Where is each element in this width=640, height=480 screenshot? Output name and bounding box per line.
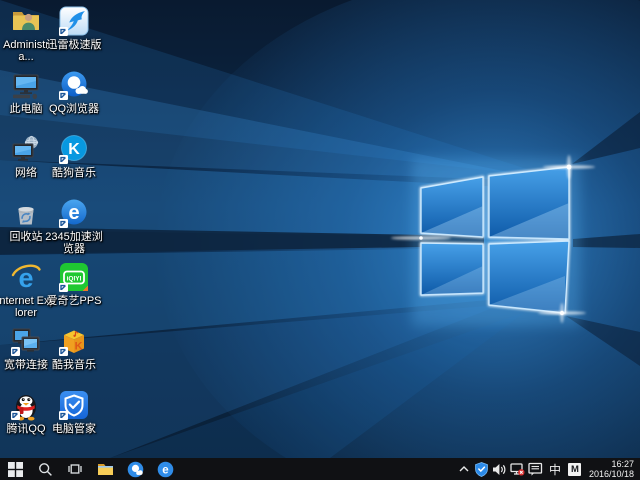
desktop-icon-broadband[interactable]: 宽带连接: [2, 322, 50, 386]
svg-text:e: e: [68, 202, 79, 224]
desktop-icon-administrator[interactable]: Administra...: [2, 2, 50, 66]
2345-browser-icon: e: [58, 197, 90, 229]
start-button[interactable]: [0, 458, 30, 480]
desktop-icon-this-pc[interactable]: 此电脑: [2, 66, 50, 130]
tray-ime-mode-indicator[interactable]: 中: [545, 458, 565, 480]
desktop-icon-network[interactable]: 网络: [2, 130, 50, 194]
internet-explorer-icon: e: [10, 261, 42, 293]
user-folder-icon: [10, 5, 42, 37]
file-explorer-button[interactable]: [90, 458, 120, 480]
search-button[interactable]: [30, 458, 60, 480]
thunder-bird-icon: [58, 5, 90, 37]
chevron-up-icon: [458, 464, 470, 474]
icon-label: 爱奇艺PPS: [44, 295, 104, 307]
desktop-icon-recycle-bin[interactable]: 回收站: [2, 194, 50, 258]
desktop-icon-internet-explorer[interactable]: e Internet Explorer: [2, 258, 50, 322]
windows-logo-icon: [8, 462, 23, 477]
icon-label: 酷狗音乐: [44, 167, 104, 179]
tray-show-hidden-icons-button[interactable]: [455, 458, 473, 480]
tray-ime-language-indicator[interactable]: M: [565, 458, 585, 480]
search-icon: [38, 462, 53, 477]
tray-volume-icon[interactable]: [491, 458, 509, 480]
clock-time: 16:27: [611, 459, 634, 469]
task-view-icon: [67, 462, 83, 476]
clock-date: 2016/10/18: [589, 469, 634, 479]
svg-text:iQIYI: iQIYI: [67, 276, 82, 283]
tray-pc-manager-icon[interactable]: [473, 458, 491, 480]
desktop-icon-grid: Administra... 此电脑: [2, 2, 112, 454]
desktop-icon-thunder[interactable]: 迅雷极速版: [50, 2, 98, 66]
shield-icon: [475, 462, 488, 477]
tray-network-disconnected-icon[interactable]: [509, 458, 527, 480]
desktop: Administra... 此电脑: [0, 0, 640, 480]
tray-clock[interactable]: 16:27 2016/10/18: [585, 458, 640, 480]
file-explorer-icon: [97, 462, 114, 477]
icon-label: 酷我音乐: [44, 359, 104, 371]
qq-penguin-icon: [10, 389, 42, 421]
svg-text:K: K: [75, 341, 83, 353]
taskbar-2345-browser-button[interactable]: e: [150, 458, 180, 480]
icon-label: 电脑管家: [44, 423, 104, 435]
action-center-icon: [528, 462, 543, 476]
taskbar-qq-browser-button[interactable]: [120, 458, 150, 480]
recycle-bin-icon: [10, 197, 42, 229]
network-disconnected-icon: [510, 462, 525, 476]
desktop-icon-2345[interactable]: e 2345加速浏览器: [50, 194, 98, 258]
pc-manager-shield-icon: [58, 389, 90, 421]
kugou-music-icon: K: [58, 133, 90, 165]
desktop-icon-iqiyi[interactable]: iQIYI 爱奇艺PPS: [50, 258, 98, 322]
taskbar-left: e: [0, 458, 180, 480]
desktop-icon-kugou[interactable]: K 酷狗音乐: [50, 130, 98, 194]
iqiyi-pps-icon: iQIYI: [58, 261, 90, 293]
desktop-icon-kuwo[interactable]: K 酷我音乐: [50, 322, 98, 386]
icon-label: 2345加速浏览器: [44, 231, 104, 255]
2345-browser-icon: e: [157, 461, 174, 478]
speaker-icon: [492, 463, 507, 476]
tray-action-center-icon[interactable]: [527, 458, 545, 480]
desktop-icon-tencent-qq[interactable]: 腾讯QQ: [2, 386, 50, 450]
qq-browser-icon: [127, 461, 144, 478]
kuwo-music-icon: K: [58, 325, 90, 357]
task-view-button[interactable]: [60, 458, 90, 480]
broadband-connection-icon: [10, 325, 42, 357]
this-pc-icon: [10, 69, 42, 101]
svg-text:K: K: [68, 141, 80, 158]
taskbar-tray: 中 M 16:27 2016/10/18: [455, 458, 640, 480]
qq-browser-icon: [58, 69, 90, 101]
icon-label: QQ浏览器: [44, 103, 104, 115]
network-icon: [10, 133, 42, 165]
desktop-icon-qq-browser[interactable]: QQ浏览器: [50, 66, 98, 130]
svg-text:e: e: [162, 464, 168, 476]
ime-language-badge: M: [568, 463, 581, 476]
icon-label: 迅雷极速版: [44, 39, 104, 51]
taskbar: e: [0, 458, 640, 480]
desktop-icon-pc-manager[interactable]: 电脑管家: [50, 386, 98, 450]
